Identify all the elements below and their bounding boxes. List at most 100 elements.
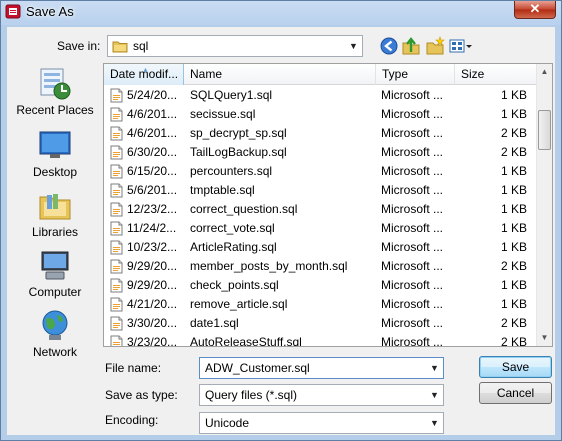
encoding-dropdown[interactable]: Unicode ▼ — [199, 412, 444, 434]
file-row[interactable]: 6/15/20... percounters.sql Microsoft ... 1 … — [104, 162, 537, 181]
file-name: correct_vote.sql — [190, 221, 275, 235]
file-row[interactable]: 5/24/20... SQLQuery1.sql Microsoft ... 1 KB — [104, 86, 537, 105]
file-row[interactable]: 5/6/201... tmptable.sql Microsoft ... 1 KB — [104, 181, 537, 200]
places-bar: Recent Places Desktop Libraries Computer… — [9, 61, 101, 365]
chevron-down-icon[interactable]: ▼ — [426, 385, 443, 405]
file-size: 1 KB — [500, 278, 527, 292]
up-folder-icon[interactable] — [401, 36, 421, 56]
file-name: SQLQuery1.sql — [190, 88, 273, 102]
dialog-body: Save in: sql ▼ Recent Places Desktop Lib… — [7, 27, 555, 435]
file-date: 5/6/201... — [127, 183, 178, 197]
file-row[interactable]: 12/23/2... correct_question.sql Microsoft … — [104, 200, 537, 219]
new-folder-icon[interactable] — [425, 36, 445, 56]
sql-file-icon — [110, 126, 123, 141]
file-type: Microsoft ... — [381, 202, 444, 216]
file-date: 9/29/20... — [127, 259, 178, 273]
close-button[interactable]: ✕ — [514, 1, 556, 19]
file-type: Microsoft ... — [381, 164, 444, 178]
file-row[interactable]: 3/30/20... date1.sql Microsoft ... 2 KB — [104, 314, 537, 333]
place-computer[interactable]: Computer — [9, 249, 101, 307]
file-size: 2 KB — [500, 145, 527, 159]
file-name-input[interactable]: ADW_Customer.sql ▼ — [199, 357, 444, 379]
scroll-up-icon[interactable]: ▲ — [537, 64, 552, 80]
file-type: Microsoft ... — [381, 316, 444, 330]
file-row[interactable]: 9/29/20... member_posts_by_month.sql Micro… — [104, 257, 537, 276]
network-icon — [42, 310, 68, 340]
place-desktop[interactable]: Desktop — [9, 129, 101, 187]
file-name: TailLogBackup.sql — [190, 145, 287, 159]
vertical-scrollbar[interactable]: ▲ ▼ — [536, 64, 552, 346]
place-network[interactable]: Network — [9, 309, 101, 367]
place-recent-places[interactable]: Recent Places — [9, 67, 101, 125]
libraries-icon — [39, 194, 71, 220]
chevron-down-icon[interactable]: ▼ — [426, 413, 443, 433]
sql-file-icon — [110, 240, 123, 255]
place-label: Desktop — [32, 165, 78, 179]
file-size: 2 KB — [500, 126, 527, 140]
back-icon[interactable] — [379, 36, 399, 56]
file-name: ArticleRating.sql — [190, 240, 277, 254]
file-row[interactable]: 4/6/201... secissue.sql Microsoft ... 1 KB — [104, 105, 537, 124]
sql-file-icon — [110, 202, 123, 217]
file-row[interactable]: 11/24/2... correct_vote.sql Microsoft ... 1… — [104, 219, 537, 238]
file-row[interactable]: 4/21/20... remove_article.sql Microsoft ..… — [104, 295, 537, 314]
file-row[interactable]: 9/29/20... check_points.sql Microsoft ... 1… — [104, 276, 537, 295]
file-date: 4/6/201... — [127, 126, 178, 140]
file-list[interactable]: ▲ Date modif... Name Type Size 5/24/20..… — [103, 63, 553, 347]
file-type: Microsoft ... — [381, 278, 444, 292]
file-name: sp_decrypt_sp.sql — [190, 126, 287, 140]
views-menu-icon[interactable] — [449, 36, 473, 56]
file-size: 2 KB — [500, 316, 527, 330]
file-name-label: File name: — [105, 361, 162, 375]
place-label: Network — [32, 345, 77, 359]
place-libraries[interactable]: Libraries — [9, 189, 101, 247]
save-as-type-value: Query files (*.sql) — [205, 388, 298, 402]
file-type: Microsoft ... — [381, 107, 444, 121]
file-size: 2 KB — [500, 335, 527, 347]
cancel-button[interactable]: Cancel — [479, 382, 552, 404]
computer-icon — [41, 251, 69, 280]
file-size: 2 KB — [500, 259, 527, 273]
file-type: Microsoft ... — [381, 221, 444, 235]
desktop-icon — [39, 131, 71, 158]
chevron-down-icon[interactable]: ▼ — [426, 358, 443, 378]
chevron-down-icon[interactable]: ▼ — [345, 36, 362, 56]
title-bar[interactable]: Save As ✕ — [1, 1, 561, 23]
scroll-down-icon[interactable]: ▼ — [537, 330, 552, 346]
scrollbar-thumb[interactable] — [538, 110, 551, 150]
file-date: 4/21/20... — [127, 297, 178, 311]
save-in-label: Save in: — [57, 39, 101, 53]
sql-file-icon — [110, 107, 123, 122]
file-row[interactable]: 3/23/20... AutoReleaseStuff.sql Microsoft … — [104, 333, 537, 347]
save-button[interactable]: Save — [479, 356, 552, 378]
column-type[interactable]: Type — [376, 64, 455, 85]
column-header-row: ▲ Date modif... Name Type Size — [104, 64, 537, 85]
file-name: percounters.sql — [190, 164, 273, 178]
column-name[interactable]: Name — [184, 64, 376, 85]
file-date: 3/23/20... — [127, 335, 178, 347]
file-row[interactable]: 10/23/2... ArticleRating.sql Microsoft ...… — [104, 238, 537, 257]
save-in-dropdown[interactable]: sql ▼ — [107, 35, 363, 57]
app-icon — [5, 4, 21, 19]
file-row[interactable]: 4/6/201... sp_decrypt_sp.sql Microsoft ...… — [104, 124, 537, 143]
column-date-modified[interactable]: ▲ Date modif... — [104, 64, 184, 85]
place-label: Recent Places — [16, 103, 94, 117]
file-name: member_posts_by_month.sql — [190, 259, 348, 273]
sort-arrow-icon: ▲ — [142, 67, 149, 74]
file-row[interactable]: 6/30/20... TailLogBackup.sql Microsoft ...… — [104, 143, 537, 162]
save-as-type-dropdown[interactable]: Query files (*.sql) ▼ — [199, 384, 444, 406]
recent-places-icon — [40, 68, 71, 100]
sql-file-icon — [110, 183, 123, 198]
file-date: 12/23/2... — [127, 202, 178, 216]
save-as-dialog: Save As ✕ Save in: sql ▼ Recent Places D… — [0, 0, 562, 441]
file-name: remove_article.sql — [190, 297, 288, 311]
file-name: secissue.sql — [190, 107, 256, 121]
sql-file-icon — [110, 335, 123, 346]
file-type: Microsoft ... — [381, 183, 444, 197]
file-date: 6/15/20... — [127, 164, 178, 178]
file-size: 1 KB — [500, 88, 527, 102]
column-size[interactable]: Size — [455, 64, 537, 85]
file-size: 1 KB — [500, 221, 527, 235]
sql-file-icon — [110, 297, 123, 312]
window-title: Save As — [26, 4, 74, 19]
